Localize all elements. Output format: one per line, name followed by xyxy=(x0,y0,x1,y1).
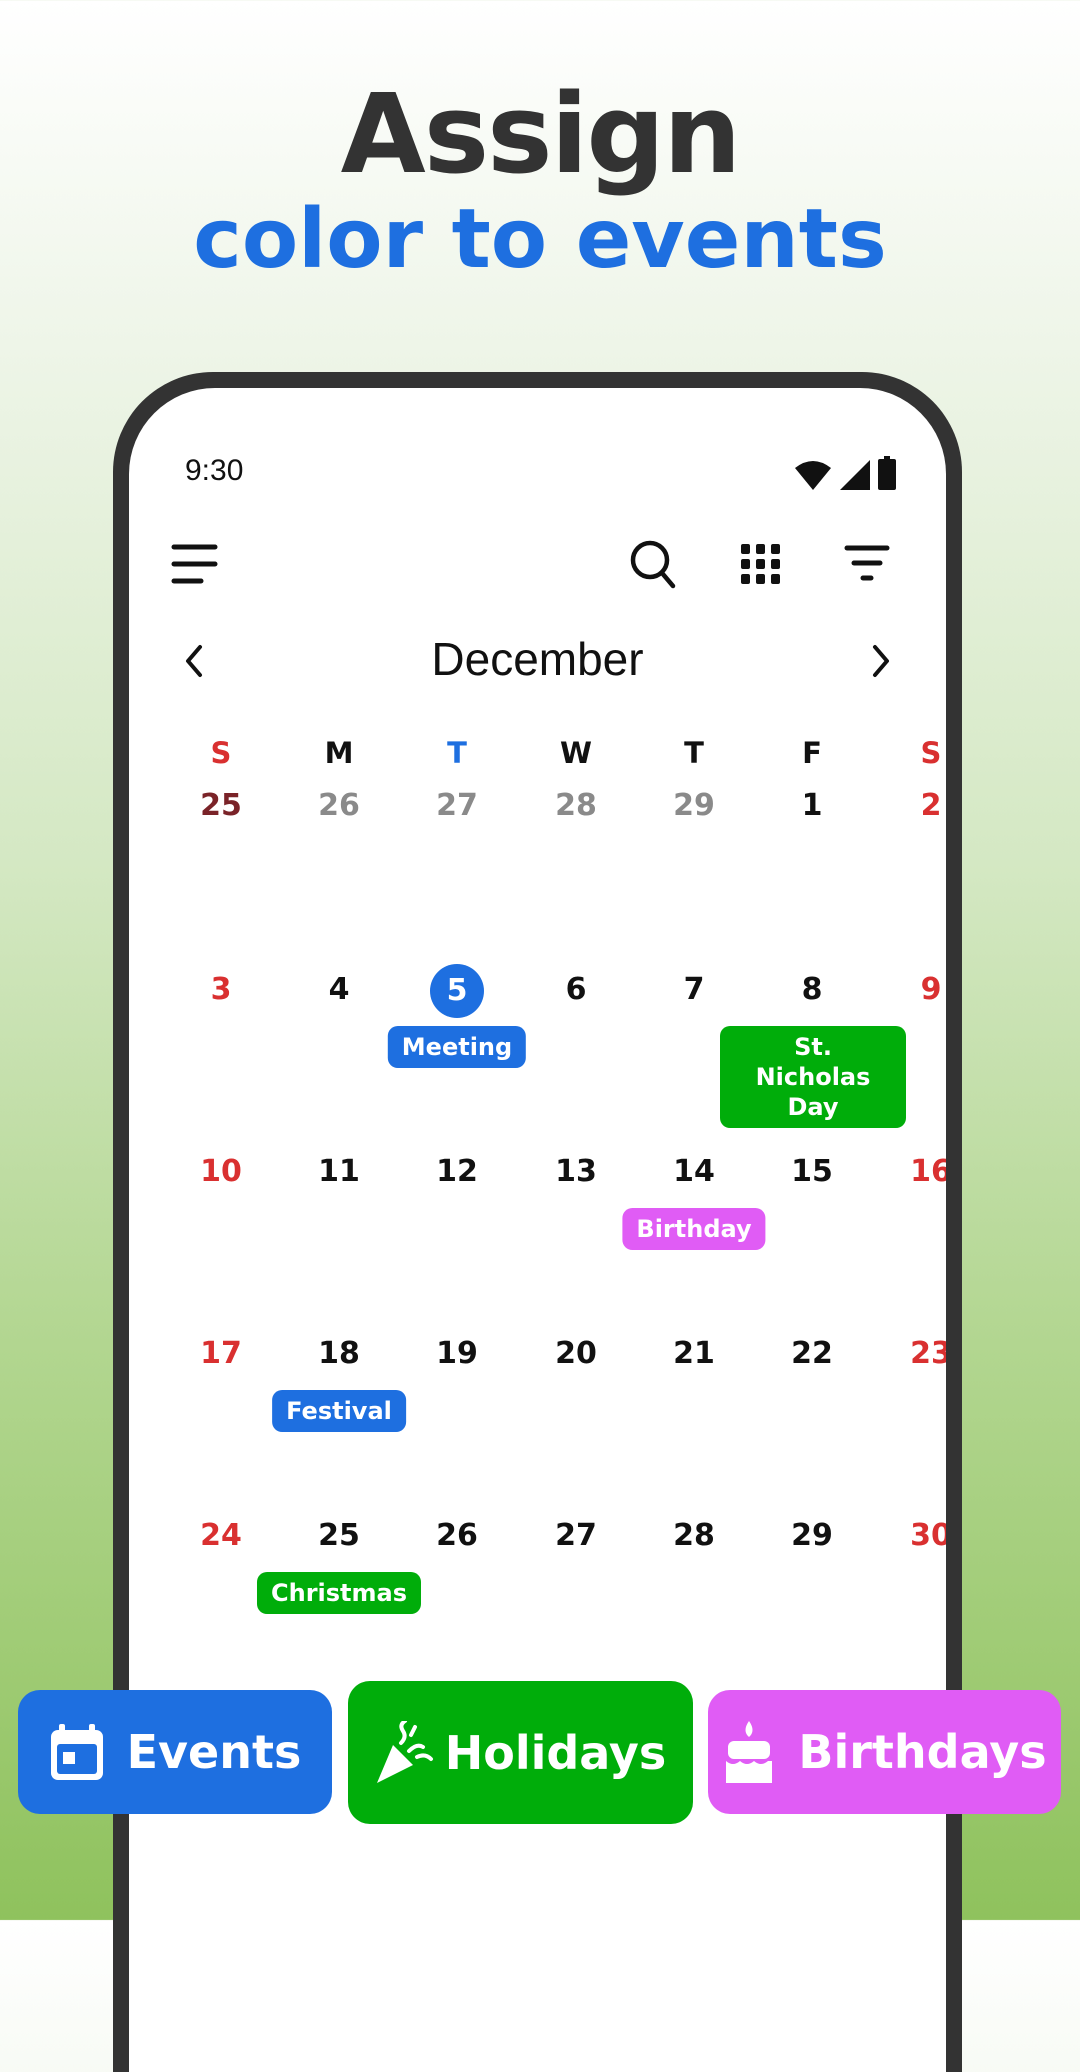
day-number: 29 xyxy=(673,788,715,823)
day-number: 27 xyxy=(555,1518,597,1553)
calendar-day[interactable]: 29 xyxy=(644,780,744,832)
weekday-header: T xyxy=(447,736,467,770)
day-number: 8 xyxy=(801,972,823,1007)
day-number: 24 xyxy=(200,1518,242,1553)
day-number: 18 xyxy=(318,1336,360,1371)
day-number: 25 xyxy=(200,788,242,823)
day-number: 22 xyxy=(791,1336,833,1371)
calendar-day[interactable]: 17 xyxy=(171,1328,271,1380)
weekday-header: S xyxy=(210,736,232,770)
headline-title: Assign xyxy=(340,70,742,198)
events-label: Events xyxy=(126,1725,302,1779)
event-chip-birthday[interactable]: Birthday xyxy=(622,1208,766,1250)
events-category-button[interactable]: Events xyxy=(18,1690,332,1814)
day-number: 26 xyxy=(436,1518,478,1553)
calendar-day[interactable]: 24 xyxy=(171,1510,271,1562)
holidays-label: Holidays xyxy=(444,1725,667,1780)
calendar-day[interactable]: 9 xyxy=(881,964,946,1016)
calendar-day[interactable]: 18 xyxy=(289,1328,389,1380)
party-popper-icon xyxy=(376,1720,433,1783)
calendar-day[interactable]: 27 xyxy=(407,780,507,832)
calendar-day[interactable]: 6 xyxy=(526,964,626,1016)
day-number: 30 xyxy=(910,1518,946,1553)
birthdays-label: Birthdays xyxy=(798,1725,1047,1779)
birthdays-category-button[interactable]: Birthdays xyxy=(708,1690,1061,1814)
calendar-day[interactable]: 26 xyxy=(407,1510,507,1562)
day-number: 7 xyxy=(683,972,705,1007)
headline-subtitle: color to events xyxy=(193,192,887,287)
calendar-day[interactable]: 12 xyxy=(407,1146,507,1198)
day-number: 1 xyxy=(801,788,823,823)
weekday-header: S xyxy=(920,736,942,770)
calendar-day[interactable]: 16 xyxy=(881,1146,946,1198)
calendar-day[interactable]: 27 xyxy=(526,1510,626,1562)
day-number: 21 xyxy=(673,1336,715,1371)
calendar-day[interactable]: 21 xyxy=(644,1328,744,1380)
calendar-day[interactable]: 26 xyxy=(289,780,389,832)
event-chip-meeting[interactable]: Meeting xyxy=(387,1026,527,1068)
calendar-day[interactable]: 3 xyxy=(171,964,271,1016)
day-number: 14 xyxy=(673,1154,715,1189)
day-number: 23 xyxy=(910,1336,946,1371)
weekday-header: M xyxy=(324,736,354,770)
day-number: 10 xyxy=(200,1154,242,1189)
calendar-day[interactable]: 13 xyxy=(526,1146,626,1198)
weekday-header: W xyxy=(560,736,592,770)
day-number: 9 xyxy=(920,972,942,1007)
day-number: 15 xyxy=(791,1154,833,1189)
day-number: 27 xyxy=(436,788,478,823)
day-number: 20 xyxy=(555,1336,597,1371)
calendar-day[interactable]: 11 xyxy=(289,1146,389,1198)
calendar-day[interactable]: 4 xyxy=(289,964,389,1016)
calendar-day[interactable]: 30 xyxy=(881,1510,946,1562)
day-number: 6 xyxy=(565,972,587,1007)
calendar-icon xyxy=(50,1724,103,1780)
day-number: 3 xyxy=(210,972,232,1007)
calendar-day[interactable]: 28 xyxy=(644,1510,744,1562)
day-number: 17 xyxy=(200,1336,242,1371)
day-number: 16 xyxy=(910,1154,946,1189)
calendar-day[interactable]: 28 xyxy=(526,780,626,832)
calendar-day[interactable]: 25 xyxy=(171,780,271,832)
event-chip-festival[interactable]: Festival xyxy=(272,1390,406,1432)
weekday-header: F xyxy=(802,736,822,770)
day-number: 12 xyxy=(436,1154,478,1189)
calendar-day[interactable]: 25 xyxy=(289,1510,389,1562)
day-number: 29 xyxy=(791,1518,833,1553)
calendar-day[interactable]: 1 xyxy=(762,780,862,832)
calendar-day[interactable]: 10 xyxy=(171,1146,271,1198)
event-chip-st-nicholas-day[interactable]: St. Nicholas Day xyxy=(720,1026,906,1128)
calendar-day[interactable]: 15 xyxy=(762,1146,862,1198)
calendar-day[interactable]: 22 xyxy=(762,1328,862,1380)
calendar-day[interactable]: 7 xyxy=(644,964,744,1016)
day-number: 25 xyxy=(318,1518,360,1553)
day-number: 26 xyxy=(318,788,360,823)
day-number: 28 xyxy=(555,788,597,823)
calendar-day[interactable]: 2 xyxy=(881,780,946,832)
calendar-day[interactable]: 20 xyxy=(526,1328,626,1380)
day-number: 2 xyxy=(920,788,942,823)
calendar-day[interactable]: 29 xyxy=(762,1510,862,1562)
weekday-header: T xyxy=(684,736,704,770)
holidays-category-button[interactable]: Holidays xyxy=(348,1681,693,1824)
event-chip-christmas[interactable]: Christmas xyxy=(256,1572,422,1614)
calendar-day[interactable]: 19 xyxy=(407,1328,507,1380)
day-number: 13 xyxy=(555,1154,597,1189)
day-number: 5 xyxy=(430,964,484,1018)
day-number: 4 xyxy=(328,972,350,1007)
day-number: 11 xyxy=(318,1154,360,1189)
calendar-day[interactable]: 23 xyxy=(881,1328,946,1380)
calendar-day[interactable]: 14 xyxy=(644,1146,744,1198)
calendar-day[interactable]: 8 xyxy=(762,964,862,1016)
day-number: 28 xyxy=(673,1518,715,1553)
day-number: 19 xyxy=(436,1336,478,1371)
cake-icon xyxy=(726,1721,773,1783)
calendar-day-today[interactable]: 5 xyxy=(407,964,507,1018)
